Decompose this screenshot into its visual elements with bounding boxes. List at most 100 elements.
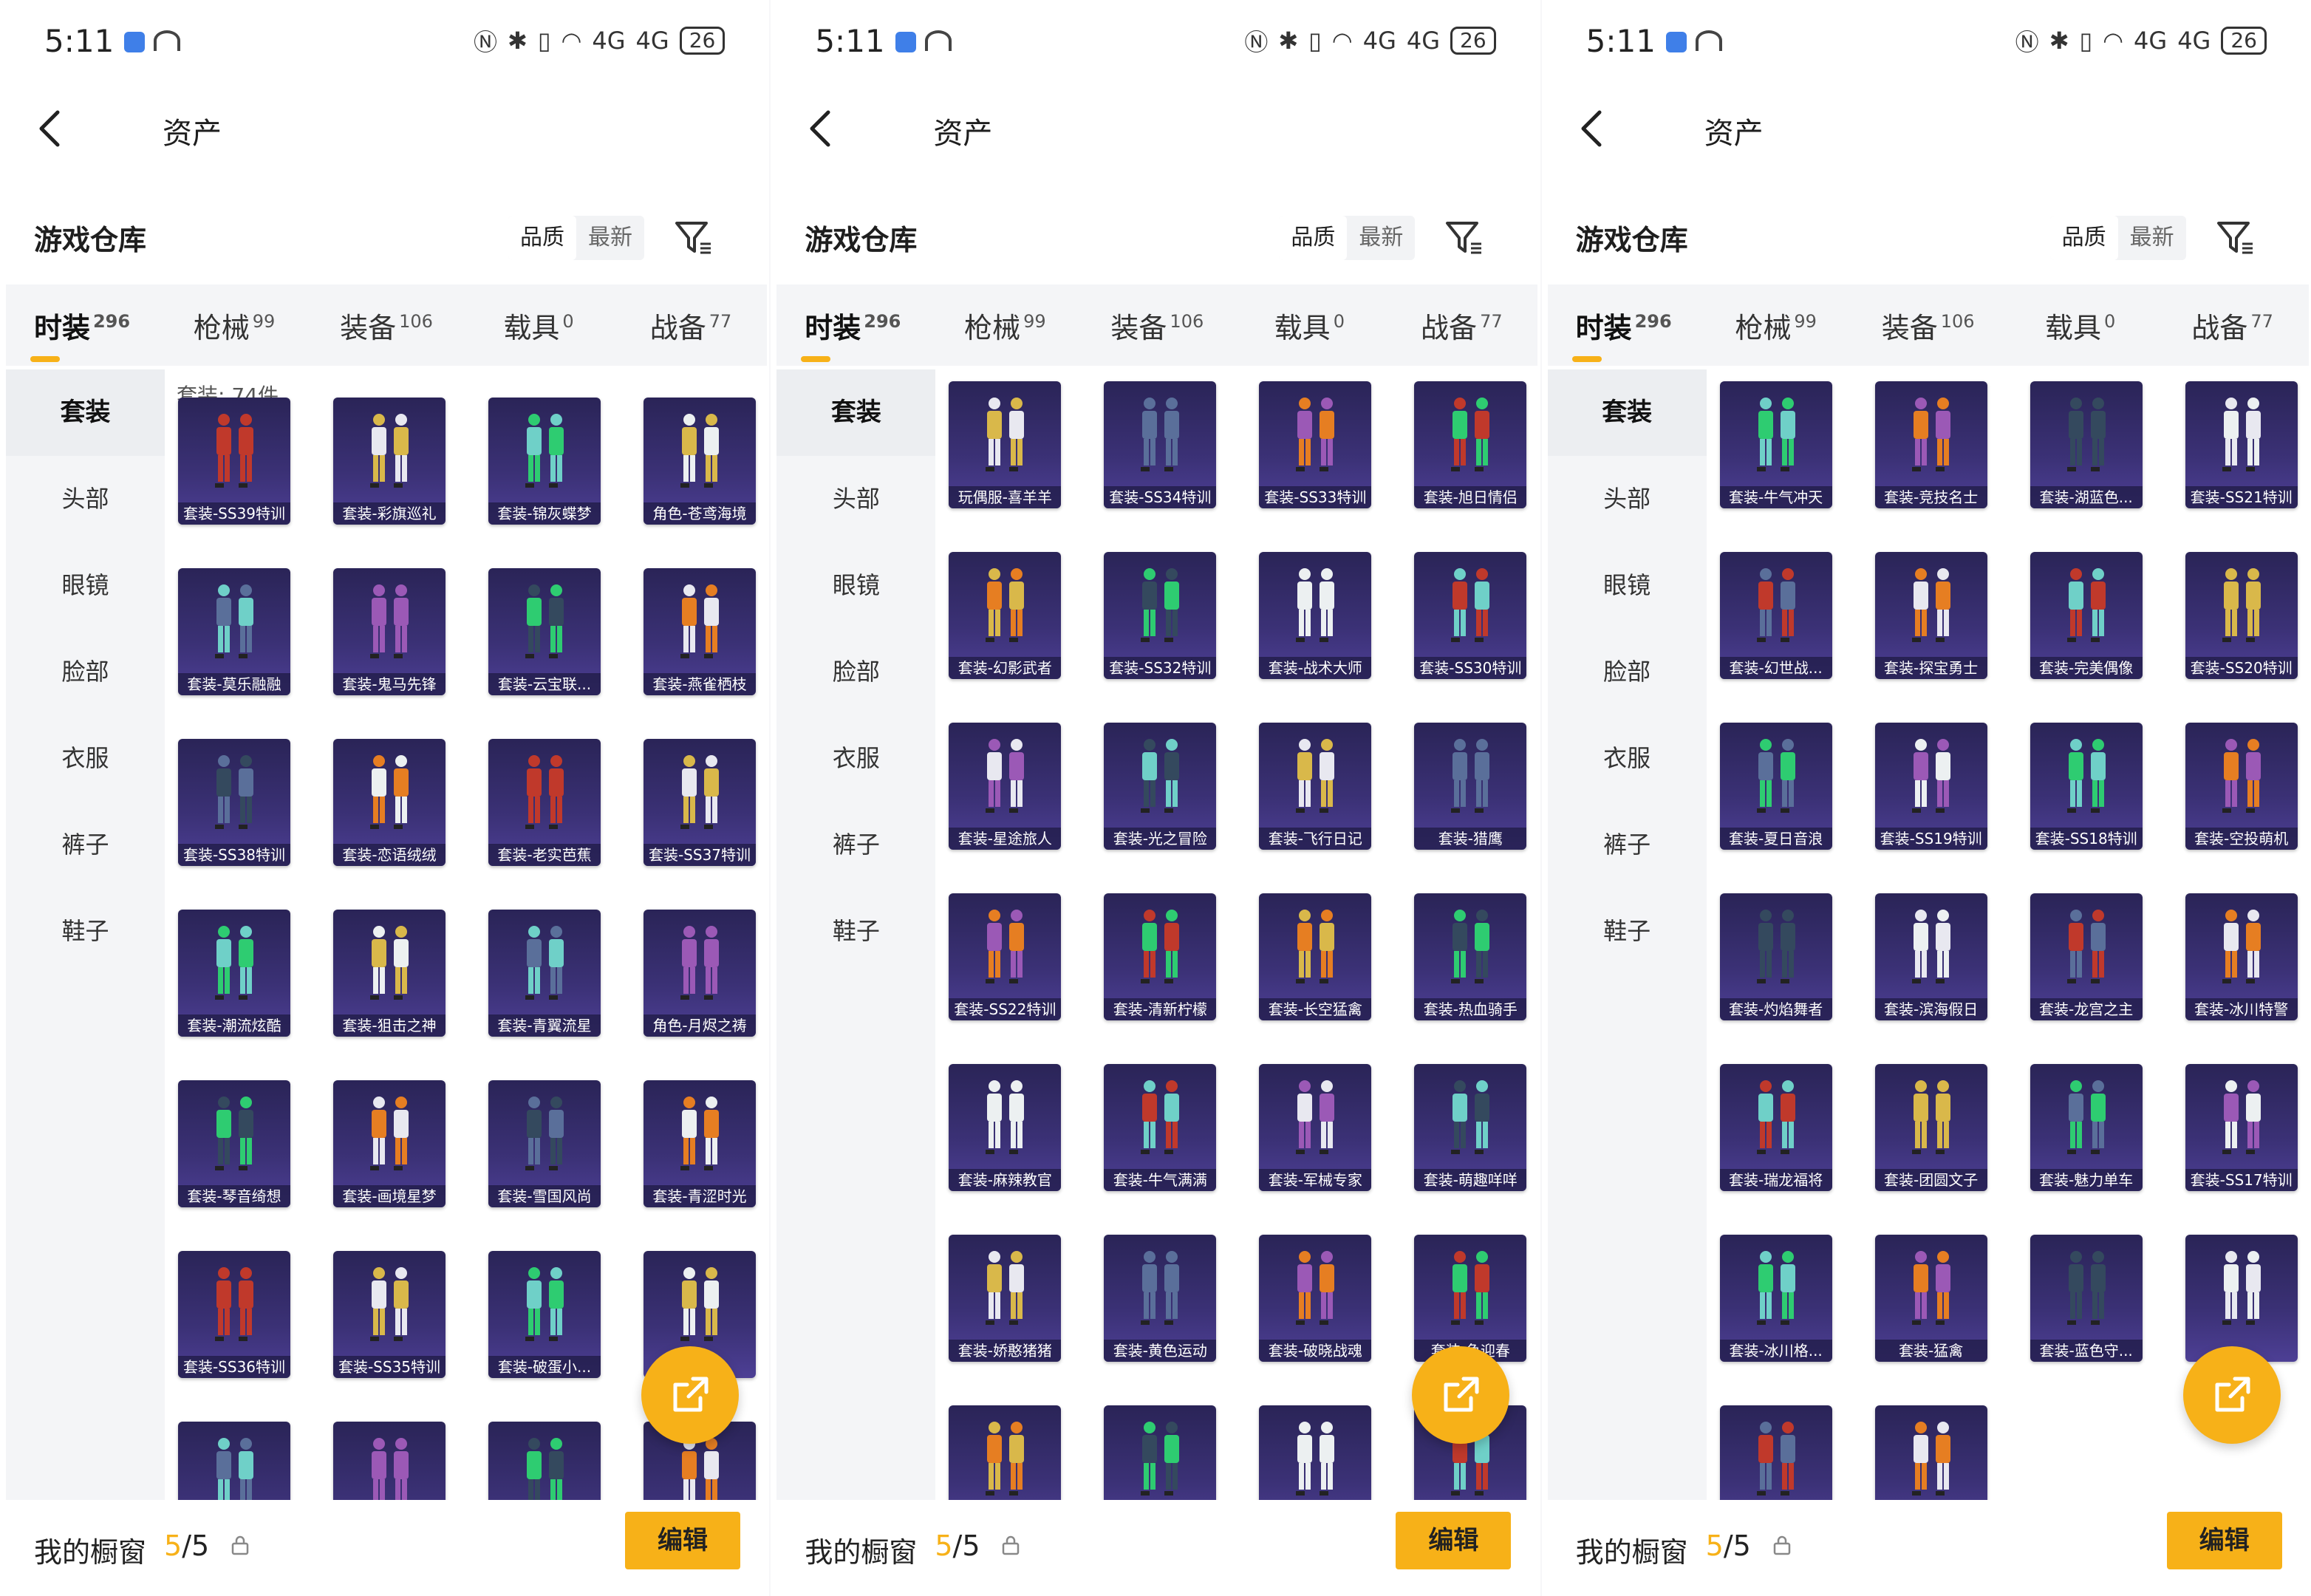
outfit-card[interactable]: 套装-热血骑手 [1414,893,1527,1020]
tab-category[interactable]: 装备 106 [310,305,462,346]
outfit-card[interactable]: 套装-破蛋小... [488,1251,601,1378]
sidebar-item[interactable]: 鞋子 [776,888,935,975]
sidebar-item[interactable]: 裤子 [6,802,165,888]
outfit-card[interactable]: 玩偶服-喜羊羊 [949,381,1062,508]
outfit-card[interactable]: 套装-战术大师 [1259,552,1372,679]
sidebar-item[interactable]: 套装 [776,369,936,456]
outfit-card[interactable]: 套装-灼焰舞者 [1719,893,1832,1020]
outfit-card[interactable]: 套装-滨海假日 [1874,893,1987,1020]
outfit-card[interactable] [2185,1235,2298,1362]
sidebar-item[interactable]: 头部 [6,456,165,542]
sidebar-item[interactable]: 头部 [776,456,935,542]
tab-category[interactable]: 装备 106 [1852,305,2004,346]
outfit-card[interactable] [1719,1405,1832,1500]
tab-category[interactable]: 战备 77 [1385,305,1537,346]
sidebar-item[interactable]: 套装 [6,369,165,456]
outfit-card[interactable]: 套装-SS39特训 [178,398,290,525]
tab-category[interactable]: 枪械 99 [929,305,1081,346]
tab-category[interactable]: 战备 77 [2157,305,2309,346]
sidebar-item[interactable]: 眼镜 [1548,542,1707,629]
outfit-card[interactable]: 套装-SS33特训 [1259,381,1372,508]
outfit-card[interactable]: 套装-娇憨猪猪 [949,1235,1062,1362]
outfit-card[interactable]: 角色-苍鸢海境 [644,398,756,525]
outfit-card[interactable]: 套装-龙宫之主 [2030,893,2143,1020]
sidebar-item[interactable]: 裤子 [776,802,935,888]
outfit-card[interactable]: 套装-魅力单车 [2030,1064,2143,1191]
tab-category[interactable]: 战备 77 [615,305,767,346]
tab-category[interactable]: 装备 106 [1081,305,1233,346]
tab-category[interactable]: 枪械 99 [158,305,310,346]
share-button[interactable] [641,1346,739,1444]
outfit-card[interactable]: 套装-飞行日记 [1259,723,1372,850]
sidebar-item[interactable]: 鞋子 [1548,888,1707,975]
outfit-card[interactable] [1259,1405,1372,1500]
tab-category[interactable]: 载具 0 [2004,305,2157,346]
outfit-card[interactable]: 套装-SS19特训 [1874,723,1987,850]
sidebar-item[interactable]: 套装 [1547,369,1707,456]
sort-quality[interactable]: 品质 [1279,216,1348,260]
sort-quality[interactable]: 品质 [2049,216,2118,260]
sidebar-item[interactable]: 衣服 [776,715,935,802]
outfit-card[interactable]: 套装-鱼迎春 [1414,1235,1527,1362]
outfit-card[interactable]: 套装-SS18特训 [2030,723,2143,850]
outfit-card[interactable]: 套装-幻世战... [1719,552,1832,679]
share-button[interactable] [1412,1346,1510,1444]
outfit-card[interactable]: 套装-SS34特训 [1104,381,1217,508]
tab-category[interactable]: 时装 296 [1548,305,1700,362]
outfit-card[interactable]: 套装-老实芭蕉 [488,739,601,866]
outfit-card[interactable]: 套装-SS21特训 [2185,381,2298,508]
outfit-card[interactable] [1104,1405,1217,1500]
outfit-card[interactable] [333,1422,446,1500]
sidebar-item[interactable]: 脸部 [776,629,935,715]
outfit-card[interactable]: 套装-青翼流星 [488,910,601,1037]
outfit-card[interactable]: 套装-军械专家 [1259,1064,1372,1191]
outfit-card[interactable]: 套装-破晓战魂 [1259,1235,1372,1362]
outfit-card[interactable]: 套装-冰川特警 [2185,893,2298,1020]
tab-category[interactable]: 时装 296 [6,305,158,362]
sort-latest[interactable]: 最新 [576,216,644,260]
sidebar-item[interactable]: 脸部 [6,629,165,715]
outfit-card[interactable]: 套装-完美偶像 [2030,552,2143,679]
outfit-card[interactable]: 套装-瑞龙福将 [1719,1064,1832,1191]
sort-latest[interactable]: 最新 [1347,216,1415,260]
outfit-card[interactable]: 套装-SS17特训 [2185,1064,2298,1191]
outfit-card[interactable]: 套装-麻辣教官 [949,1064,1062,1191]
outfit-card[interactable]: 套装-燕雀栖枝 [644,568,756,695]
outfit-card[interactable]: 套装-探宝勇士 [1874,552,1987,679]
outfit-card[interactable]: 套装-萌趣咩咩 [1414,1064,1527,1191]
outfit-card[interactable] [178,1422,290,1500]
tab-category[interactable]: 时装 296 [776,305,929,362]
outfit-card[interactable]: 套装-云宝联... [488,568,601,695]
outfit-card[interactable]: 套装-幻影武者 [949,552,1062,679]
outfit-card[interactable] [1874,1405,1987,1500]
sidebar-item[interactable]: 眼镜 [776,542,935,629]
outfit-card[interactable]: 套装-狙击之神 [333,910,446,1037]
outfit-card[interactable]: 套装-锦灰蝶梦 [488,398,601,525]
filter-button[interactable] [672,217,714,259]
edit-button[interactable]: 编辑 [2166,1512,2282,1569]
outfit-card[interactable]: 套装-SS32特训 [1104,552,1217,679]
outfit-card[interactable]: 套装-清新柠檬 [1104,893,1217,1020]
filter-button[interactable] [2214,217,2256,259]
tab-category[interactable]: 枪械 99 [1700,305,1852,346]
outfit-card[interactable]: 套装-星途旅人 [949,723,1062,850]
outfit-card[interactable]: 套装-牛气冲天 [1719,381,1832,508]
outfit-card[interactable]: 套装-蓝色守... [2030,1235,2143,1362]
outfit-card[interactable]: 套装-光之冒险 [1104,723,1217,850]
outfit-card[interactable]: 套装-SS37特训 [644,739,756,866]
share-button[interactable] [2182,1346,2281,1444]
outfit-card[interactable]: 套装-竞技名士 [1874,381,1987,508]
edit-button[interactable]: 编辑 [1396,1512,1512,1569]
tab-category[interactable]: 载具 0 [1233,305,1385,346]
outfit-card[interactable]: 套装-SS38特训 [178,739,290,866]
outfit-card[interactable]: 套装-琴音绮想 [178,1080,290,1207]
sidebar-item[interactable]: 衣服 [6,715,165,802]
sort-latest[interactable]: 最新 [2118,216,2186,260]
filter-button[interactable] [1443,217,1484,259]
outfit-card[interactable]: 套装-夏日音浪 [1719,723,1832,850]
outfit-card[interactable]: 套装-彩旗巡礼 [333,398,446,525]
outfit-card[interactable]: 套装-SS20特训 [2185,552,2298,679]
outfit-card[interactable]: 套装-团圆文子 [1874,1064,1987,1191]
sidebar-item[interactable]: 裤子 [1548,802,1707,888]
outfit-card[interactable]: 套装-恋语绒绒 [333,739,446,866]
